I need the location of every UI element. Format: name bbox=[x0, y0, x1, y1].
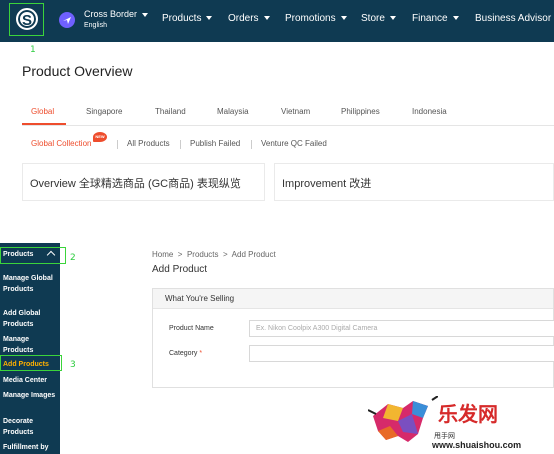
tab-malaysia[interactable]: Malaysia bbox=[217, 107, 249, 116]
chevron-down-icon bbox=[263, 16, 270, 21]
annotation-1: 1 bbox=[30, 45, 36, 55]
sidebar-item-manage-global-products[interactable]: Manage Global Products bbox=[3, 273, 58, 295]
tab-singapore[interactable]: Singapore bbox=[86, 107, 122, 116]
required-mark: * bbox=[199, 350, 203, 357]
sidebar-products-header[interactable]: Products bbox=[0, 247, 66, 264]
nav-products[interactable]: Products bbox=[162, 13, 213, 24]
breadcrumb-home[interactable]: Home bbox=[152, 250, 173, 259]
category-label: Category * bbox=[169, 350, 203, 357]
add-product-title: Add Product bbox=[152, 264, 208, 275]
overview-card-title: Overview 全球精选商品 (GC商品) 表现纵览 bbox=[30, 178, 241, 190]
bull-logo-icon bbox=[368, 396, 438, 442]
product-name-label: Product Name bbox=[169, 325, 214, 332]
chevron-up-icon bbox=[46, 250, 56, 260]
new-badge: NEW bbox=[93, 132, 107, 142]
sidebar-header-label: Products bbox=[3, 251, 34, 258]
improvement-card-title: Improvement 改进 bbox=[282, 178, 372, 190]
chevron-down-icon bbox=[389, 16, 396, 21]
sidebar-item-add-products[interactable]: Add Products bbox=[3, 359, 58, 370]
breadcrumb: Home > Products > Add Product bbox=[152, 250, 276, 259]
tab-thailand[interactable]: Thailand bbox=[155, 107, 186, 116]
active-tab-indicator bbox=[22, 123, 66, 125]
nav-finance[interactable]: Finance bbox=[412, 13, 459, 24]
category-select[interactable] bbox=[249, 345, 554, 362]
globe-icon[interactable] bbox=[59, 12, 75, 28]
nav-orders[interactable]: Orders bbox=[228, 13, 270, 24]
product-name-input[interactable]: Ex. Nikon Coolpix A300 Digital Camera bbox=[249, 320, 554, 337]
subtab-global-collection[interactable]: Global Collection bbox=[31, 139, 91, 148]
annotation-2: 2 bbox=[70, 253, 76, 263]
subtab-publish-failed[interactable]: Publish Failed bbox=[190, 139, 240, 148]
nav-store[interactable]: Store bbox=[361, 13, 396, 24]
top-navbar: S Cross Border English Products Orders P… bbox=[0, 0, 554, 42]
tab-global[interactable]: Global bbox=[31, 107, 54, 116]
breadcrumb-add-product: Add Product bbox=[231, 250, 276, 259]
sidebar-item-decorate-products[interactable]: Decorate Products bbox=[3, 416, 58, 438]
annotation-3: 3 bbox=[70, 360, 76, 370]
chevron-down-icon bbox=[452, 16, 459, 21]
breadcrumb-products[interactable]: Products bbox=[187, 250, 219, 259]
sidebar-item-media-center[interactable]: Media Center bbox=[3, 375, 58, 386]
section-gap bbox=[0, 201, 554, 243]
section-title: What You're Selling bbox=[165, 294, 235, 303]
tab-indonesia[interactable]: Indonesia bbox=[412, 107, 447, 116]
seller-name: Cross Border bbox=[84, 9, 138, 19]
sidebar-item-add-global-products[interactable]: Add Global Products bbox=[3, 308, 58, 330]
page-title: Product Overview bbox=[22, 63, 133, 79]
subtab-all-products[interactable]: All Products bbox=[127, 139, 170, 148]
chevron-down-icon bbox=[340, 16, 347, 21]
tab-divider bbox=[22, 125, 554, 126]
watermark-url: www.shuaishou.com bbox=[432, 440, 522, 450]
sidebar-item-fulfillment[interactable]: Fulfillment by bbox=[3, 442, 58, 453]
watermark-title: 乐发网 bbox=[438, 402, 498, 426]
tab-philippines[interactable]: Philippines bbox=[341, 107, 380, 116]
sidebar-item-manage-images[interactable]: Manage Images bbox=[3, 390, 58, 401]
nav-business-advisor[interactable]: Business Advisor bbox=[475, 13, 551, 24]
chevron-right-icon: > bbox=[175, 250, 185, 259]
divider bbox=[180, 140, 181, 149]
divider bbox=[117, 140, 118, 149]
subtab-venture-qc-failed[interactable]: Venture QC Failed bbox=[261, 139, 327, 148]
seller-account[interactable]: Cross Border bbox=[84, 9, 149, 19]
nav-promotions[interactable]: Promotions bbox=[285, 13, 347, 24]
what-youre-selling-card: What You're Selling Product Name Ex. Nik… bbox=[152, 288, 554, 388]
language-label: English bbox=[84, 22, 107, 29]
shopee-logo-icon[interactable]: S bbox=[16, 8, 38, 30]
chevron-right-icon: > bbox=[220, 250, 230, 259]
sidebar-item-manage-products[interactable]: Manage Products bbox=[3, 334, 58, 356]
overview-card: Overview 全球精选商品 (GC商品) 表现纵览 bbox=[22, 163, 265, 201]
tab-vietnam[interactable]: Vietnam bbox=[281, 107, 310, 116]
chevron-down-icon bbox=[142, 12, 149, 17]
improvement-card: Improvement 改进 bbox=[274, 163, 554, 201]
section-header: What You're Selling bbox=[153, 289, 553, 309]
logo-highlight: S bbox=[9, 3, 44, 36]
chevron-down-icon bbox=[206, 16, 213, 21]
divider bbox=[251, 140, 252, 149]
